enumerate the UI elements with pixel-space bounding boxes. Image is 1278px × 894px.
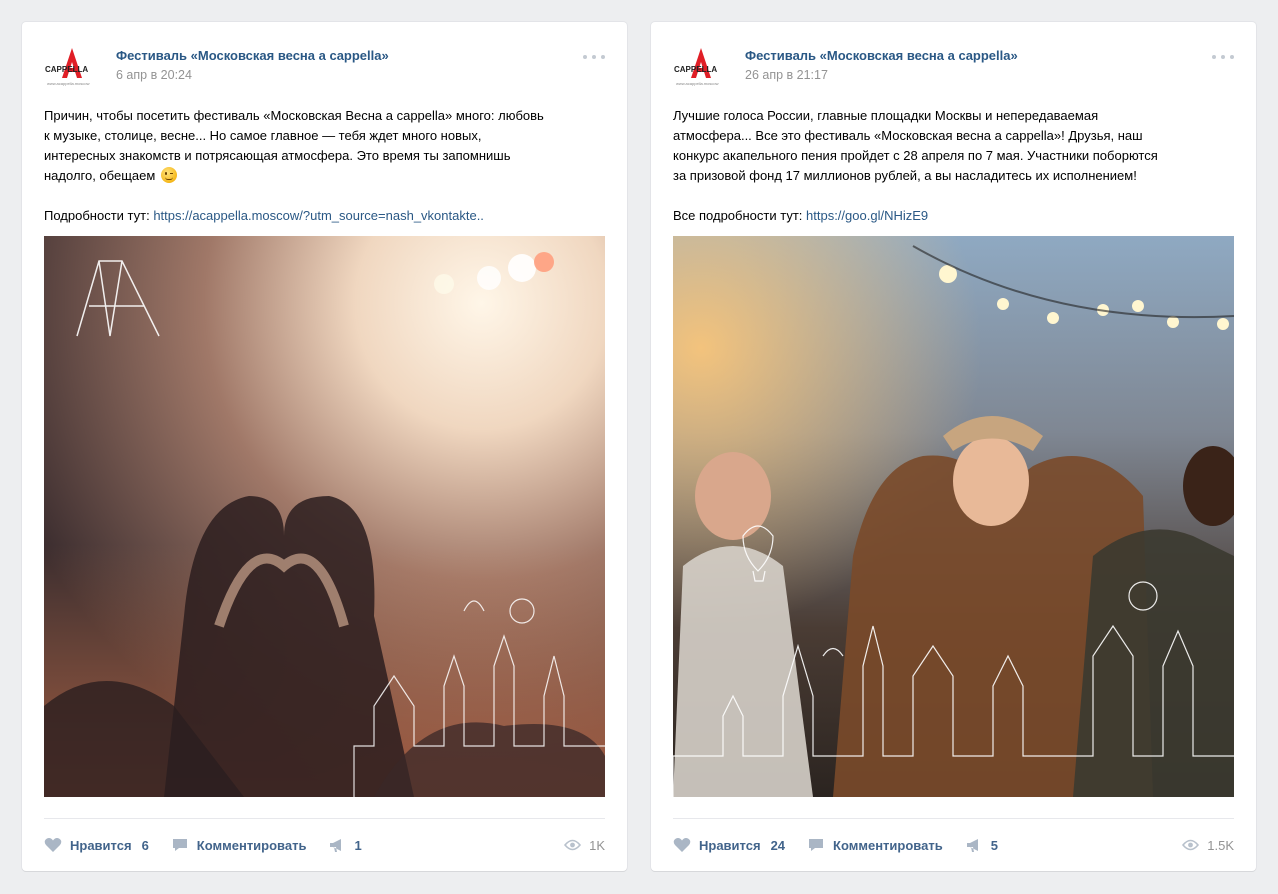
share-count: 1	[354, 837, 362, 853]
post-card: CAPPELLA www.acappella.moscow Фестиваль …	[22, 22, 627, 871]
post-more-line: Все подробности тут: https://goo.gl/NHiz…	[673, 206, 1238, 226]
post-date[interactable]: 6 апр в 20:24	[116, 68, 192, 82]
more-label: Все подробности тут:	[673, 208, 803, 223]
avatar[interactable]: CAPPELLA www.acappella.moscow	[44, 42, 100, 92]
acappella-logo-icon: CAPPELLA www.acappella.moscow	[45, 48, 90, 86]
eye-icon	[1182, 839, 1200, 851]
party-photo	[673, 236, 1234, 797]
post-image[interactable]	[44, 236, 605, 797]
comment-label: Комментировать	[196, 837, 307, 853]
post-actions: Нравится 24 Комментировать 5 1.5K	[673, 834, 1234, 856]
like-button[interactable]: Нравится 24	[673, 837, 785, 853]
views: 1K	[564, 838, 605, 853]
post-link[interactable]: https://acappella.moscow/?utm_source=nas…	[153, 208, 484, 223]
logo-site-text: www.acappella.moscow	[676, 81, 719, 86]
logo-brand-text: CAPPELLA	[45, 65, 88, 74]
like-count: 24	[770, 837, 786, 853]
share-button[interactable]: 5	[965, 837, 998, 853]
post-link[interactable]: https://goo.gl/NHizE9	[806, 208, 928, 223]
post-header: CAPPELLA www.acappella.moscow Фестиваль …	[44, 42, 605, 92]
views: 1.5K	[1182, 838, 1234, 853]
divider	[44, 818, 605, 819]
acappella-logo-icon: CAPPELLA www.acappella.moscow	[674, 48, 719, 86]
like-count: 6	[141, 837, 149, 853]
post-text-line: надолго, обещаем	[44, 166, 609, 186]
post-author-link[interactable]: Фестиваль «Московская весна a cappella»	[745, 48, 1018, 63]
post-more-line: Подробности тут: https://acappella.mosco…	[44, 206, 609, 226]
post-text-line: конкурс акапельного пения пройдет с 28 а…	[673, 148, 1158, 163]
post-text-line: интересных знакомств и потрясающая атмос…	[44, 148, 511, 163]
eye-icon	[564, 839, 582, 851]
post-text-fragment: надолго, обещаем	[44, 168, 156, 183]
post-text-line: за призовой фонд 17 миллионов рублей, а …	[673, 168, 1137, 183]
post-text-line: атмосфера... Все это фестиваль «Московск…	[673, 128, 1143, 143]
view-count: 1.5K	[1207, 837, 1234, 853]
divider	[673, 818, 1234, 819]
winking-face-icon	[160, 167, 177, 183]
post-text-line: к музыке, столице, весне... Но самое гла…	[44, 128, 482, 143]
post-date[interactable]: 26 апр в 21:17	[745, 68, 828, 82]
share-count: 5	[990, 837, 998, 853]
heart-icon	[44, 838, 62, 852]
post-card: CAPPELLA www.acappella.moscow Фестиваль …	[651, 22, 1256, 871]
more-options-icon[interactable]	[583, 52, 605, 62]
comment-icon	[172, 839, 187, 851]
share-button[interactable]: 1	[328, 837, 362, 853]
like-label: Нравится	[70, 837, 132, 853]
post-text-line: Причин, чтобы посетить фестиваль «Москов…	[44, 108, 544, 123]
comment-icon	[809, 839, 824, 851]
like-button[interactable]: Нравится 6	[44, 837, 149, 853]
like-label: Нравится	[699, 837, 761, 853]
comment-button[interactable]: Комментировать	[171, 837, 307, 853]
view-count: 1K	[589, 837, 605, 853]
heart-icon	[673, 838, 691, 852]
more-options-icon[interactable]	[1212, 52, 1234, 62]
more-label: Подробности тут:	[44, 208, 150, 223]
post-header: CAPPELLA www.acappella.moscow Фестиваль …	[673, 42, 1234, 92]
comment-button[interactable]: Комментировать	[807, 837, 943, 853]
post-text: Причин, чтобы посетить фестиваль «Москов…	[44, 106, 609, 226]
post-text: Лучшие голоса России, главные площадки М…	[673, 106, 1238, 226]
avatar[interactable]: CAPPELLA www.acappella.moscow	[673, 42, 729, 92]
post-text-line: Лучшие голоса России, главные площадки М…	[673, 108, 1099, 123]
megaphone-icon	[966, 839, 978, 852]
concert-photo	[44, 236, 605, 797]
post-author-link[interactable]: Фестиваль «Московская весна a cappella»	[116, 48, 389, 63]
logo-brand-text: CAPPELLA	[674, 65, 717, 74]
megaphone-icon	[330, 839, 342, 852]
comment-label: Комментировать	[833, 837, 943, 853]
logo-site-text: www.acappella.moscow	[47, 81, 90, 86]
post-image[interactable]	[673, 236, 1234, 797]
post-actions: Нравится 6 Комментировать 1 1K	[44, 834, 605, 856]
